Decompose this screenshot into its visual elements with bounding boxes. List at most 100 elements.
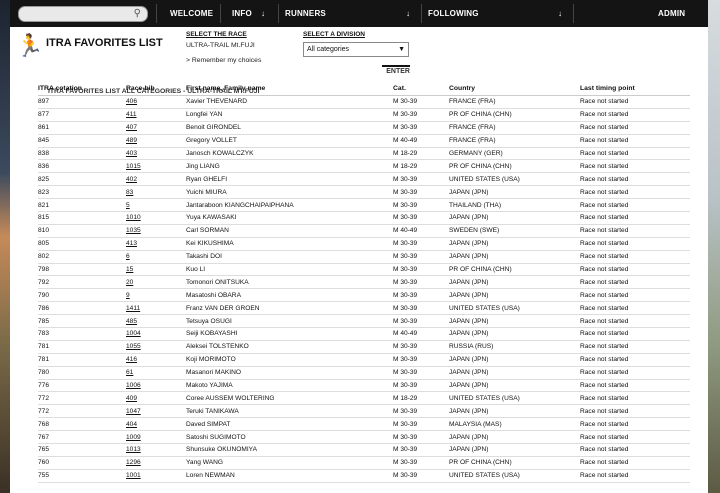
timing-point-cell: Race not started bbox=[580, 469, 690, 483]
column-header-category[interactable]: Cat. bbox=[393, 82, 449, 96]
timing-point-cell: Race not started bbox=[580, 211, 690, 225]
category-cell: M 40-49 bbox=[393, 134, 449, 148]
category-cell: M 30-39 bbox=[393, 95, 449, 109]
race-bib-link[interactable]: 1009 bbox=[126, 430, 186, 445]
runner-name-cell: Jantaraboon KIANGCHAIPAIPHANA bbox=[186, 198, 393, 213]
race-bib-link[interactable]: 1010 bbox=[126, 211, 186, 225]
itra-cotation-cell: 815 bbox=[38, 211, 126, 225]
race-bib-link[interactable]: 489 bbox=[126, 134, 186, 148]
table-row: 785 485 Tetsuya OSUGI M 30-39 JAPAN (JPN) Rac… bbox=[38, 314, 690, 329]
timing-point-cell: Race not started bbox=[580, 327, 690, 341]
race-bib-link[interactable]: 1001 bbox=[126, 469, 186, 483]
table-row: 823 83 Yuichi MIURA M 30-39 JAPAN (JPN) Race … bbox=[38, 185, 690, 200]
column-header-bib[interactable]: Race-bib bbox=[126, 82, 186, 96]
runner-name-cell: Longfei YAN bbox=[186, 108, 393, 122]
race-bib-link[interactable]: 5 bbox=[126, 198, 186, 213]
race-bib-link[interactable]: 9 bbox=[126, 288, 186, 303]
runner-name-cell: Aleksei TOLSTENKO bbox=[186, 340, 393, 354]
country-cell: PR OF CHINA (CHN) bbox=[449, 263, 580, 277]
desktop-background-right bbox=[708, 0, 720, 493]
race-bib-link[interactable]: 1015 bbox=[126, 159, 186, 174]
table-row: 755 1001 Loren NEWMAN M 30-39 UNITED STATES … bbox=[38, 469, 690, 483]
runner-name-cell: Tomonori ONITSUKA bbox=[186, 275, 393, 290]
race-bib-link[interactable]: 404 bbox=[126, 417, 186, 432]
chevron-down-icon[interactable]: ↓ bbox=[558, 0, 562, 27]
country-cell: JAPAN (JPN) bbox=[449, 211, 580, 225]
chevron-down-icon[interactable]: ↓ bbox=[406, 0, 410, 27]
search-input[interactable]: ⚲ bbox=[18, 6, 148, 22]
table-row: 877 411 Longfei YAN M 30-39 PR OF CHINA (CHN… bbox=[38, 108, 690, 122]
race-bib-link[interactable]: 1047 bbox=[126, 404, 186, 419]
itra-cotation-cell: 810 bbox=[38, 224, 126, 238]
race-bib-link[interactable]: 413 bbox=[126, 237, 186, 251]
division-select[interactable]: All categories ▼ bbox=[303, 42, 409, 57]
table-row: 825 402 Ryan GHELFI M 30-39 UNITED STATES (U… bbox=[38, 172, 690, 187]
country-cell: GERMANY (GER) bbox=[449, 147, 580, 161]
timing-point-cell: Race not started bbox=[580, 108, 690, 122]
country-cell: JAPAN (JPN) bbox=[449, 250, 580, 264]
runner-name-cell: Makoto YAJIMA bbox=[186, 379, 393, 393]
race-bib-link[interactable]: 411 bbox=[126, 108, 186, 122]
table-row: 821 5 Jantaraboon KIANGCHAIPAIPHANA M 30-39… bbox=[38, 198, 690, 213]
race-bib-link[interactable]: 416 bbox=[126, 353, 186, 367]
table-row: 815 1010 Yuya KAWASAKI M 30-39 JAPAN (JPN) Ra… bbox=[38, 211, 690, 225]
race-bib-link[interactable]: 1296 bbox=[126, 456, 186, 470]
table-row: 776 1006 Makoto YAJIMA M 30-39 JAPAN (JPN) Ra… bbox=[38, 379, 690, 393]
category-cell: M 30-39 bbox=[393, 275, 449, 290]
race-bib-link[interactable]: 1006 bbox=[126, 379, 186, 393]
nav-admin-login[interactable]: ADMIN LOGIN bbox=[658, 0, 708, 45]
race-bib-link[interactable]: 61 bbox=[126, 366, 186, 380]
runner-name-cell: Masanori MAKINO bbox=[186, 366, 393, 380]
search-icon[interactable]: ⚲ bbox=[134, 8, 141, 20]
race-bib-link[interactable]: 407 bbox=[126, 121, 186, 135]
race-bib-link[interactable]: 409 bbox=[126, 391, 186, 406]
category-cell: M 18-29 bbox=[393, 147, 449, 161]
country-cell: PR OF CHINA (CHN) bbox=[449, 456, 580, 470]
itra-cotation-cell: 792 bbox=[38, 275, 126, 290]
column-header-name[interactable]: First name, Family name bbox=[186, 82, 393, 96]
race-bib-link[interactable]: 485 bbox=[126, 314, 186, 329]
race-bib-link[interactable]: 15 bbox=[126, 263, 186, 277]
table-row: 792 20 Tomonori ONITSUKA M 30-39 JAPAN (JPN)… bbox=[38, 275, 690, 290]
nav-welcome[interactable]: WELCOME bbox=[170, 0, 213, 27]
category-cell: M 30-39 bbox=[393, 121, 449, 135]
race-bib-link[interactable]: 406 bbox=[126, 95, 186, 109]
itra-cotation-cell: 785 bbox=[38, 314, 126, 329]
nav-runners[interactable]: RUNNERS bbox=[285, 0, 326, 27]
race-bib-link[interactable]: 20 bbox=[126, 275, 186, 290]
timing-point-cell: Race not started bbox=[580, 250, 690, 264]
table-row: 768 404 Daved SIMPAT M 30-39 MALAYSIA (MAS) R… bbox=[38, 417, 690, 432]
race-bib-link[interactable]: 1013 bbox=[126, 443, 186, 457]
column-header-timing[interactable]: Last timing point bbox=[580, 82, 690, 96]
race-bib-link[interactable]: 83 bbox=[126, 185, 186, 200]
race-bib-link[interactable]: 402 bbox=[126, 172, 186, 187]
race-bib-link[interactable]: 1411 bbox=[126, 301, 186, 316]
country-cell: JAPAN (JPN) bbox=[449, 314, 580, 329]
timing-point-cell: Race not started bbox=[580, 379, 690, 393]
nav-info[interactable]: INFO bbox=[232, 0, 252, 27]
race-selector[interactable]: ULTRA-TRAIL Mt.FUJI bbox=[186, 42, 255, 49]
category-cell: M 30-39 bbox=[393, 288, 449, 303]
race-bib-link[interactable]: 1004 bbox=[126, 327, 186, 341]
timing-point-cell: Race not started bbox=[580, 366, 690, 380]
remember-choices-link[interactable]: > Remember my choices bbox=[186, 57, 261, 64]
country-cell: RUSSIA (RUS) bbox=[449, 340, 580, 354]
itra-cotation-cell: 765 bbox=[38, 443, 126, 457]
race-bib-link[interactable]: 6 bbox=[126, 250, 186, 264]
column-header-itra[interactable]: ITRA cotation bbox=[38, 82, 126, 96]
race-bib-link[interactable]: 1055 bbox=[126, 340, 186, 354]
runner-name-cell: Masatoshi OBARA bbox=[186, 288, 393, 303]
runner-name-cell: Teruki TANIKAWA bbox=[186, 404, 393, 419]
itra-cotation-cell: 786 bbox=[38, 301, 126, 316]
enter-button[interactable]: ENTER bbox=[382, 65, 410, 75]
table-row: 838 403 Janosch KOWALCZYK M 18-29 GERMANY (G… bbox=[38, 147, 690, 161]
timing-point-cell: Race not started bbox=[580, 224, 690, 238]
chevron-down-icon[interactable]: ↓ bbox=[261, 0, 265, 27]
nav-following[interactable]: FOLLOWING bbox=[428, 0, 479, 27]
race-bib-link[interactable]: 1035 bbox=[126, 224, 186, 238]
runner-name-cell: Yuichi MIURA bbox=[186, 185, 393, 200]
timing-point-cell: Race not started bbox=[580, 237, 690, 251]
race-bib-link[interactable]: 403 bbox=[126, 147, 186, 161]
column-header-country[interactable]: Country bbox=[449, 82, 580, 96]
timing-point-cell: Race not started bbox=[580, 159, 690, 174]
